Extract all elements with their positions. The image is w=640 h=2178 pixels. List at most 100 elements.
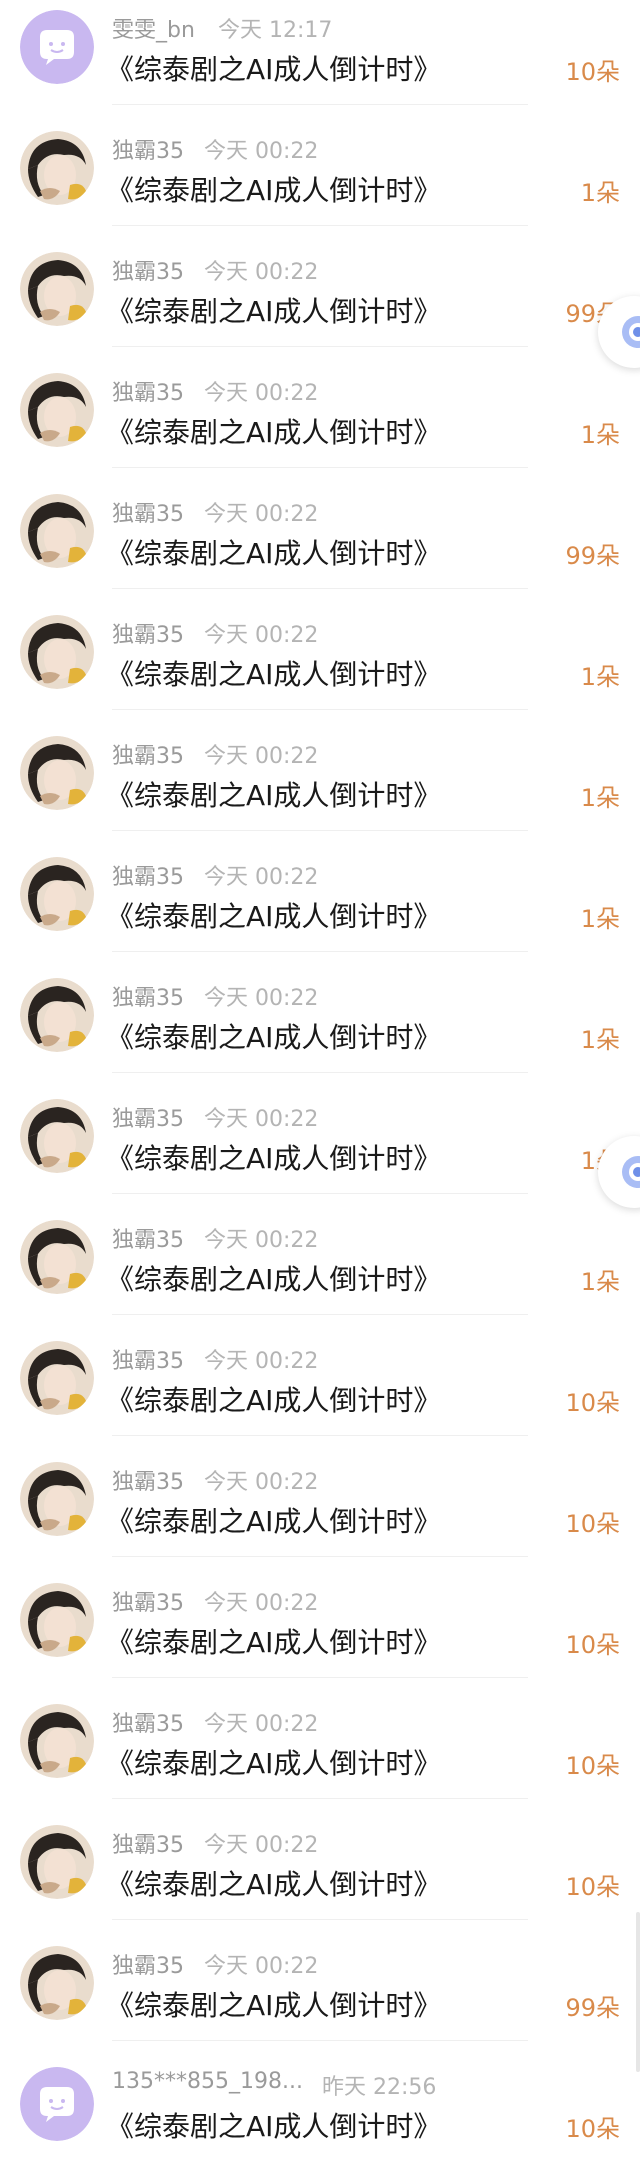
user-photo — [20, 1099, 94, 1173]
list-item[interactable]: 独霸35 今天 00:22 《综泰剧之AI成人倒计时》 10朵 — [0, 1331, 640, 1452]
list-item[interactable]: 独霸35 今天 00:22 《综泰剧之AI成人倒计时》 1朵 — [0, 968, 640, 1089]
user-photo — [20, 857, 94, 931]
list-item[interactable]: 独霸35 今天 00:22 《综泰剧之AI成人倒计时》 10朵 — [0, 1573, 640, 1694]
work-title: 《综泰剧之AI成人倒计时》 — [106, 779, 442, 812]
sender-name: 独霸35 — [112, 1954, 184, 1979]
timestamp: 今天 00:22 — [204, 1954, 319, 1979]
timestamp: 今天 00:22 — [204, 381, 319, 406]
timestamp: 今天 00:22 — [204, 1349, 319, 1374]
sender-name: 独霸35 — [112, 139, 184, 164]
user-photo — [20, 978, 94, 1052]
divider — [112, 1314, 528, 1315]
work-title: 《综泰剧之AI成人倒计时》 — [106, 1142, 442, 1175]
timestamp: 昨天 22:56 — [322, 2075, 437, 2100]
divider — [112, 1072, 528, 1073]
avatar[interactable] — [20, 494, 94, 568]
timestamp: 今天 00:22 — [204, 1712, 319, 1737]
list-item[interactable]: 独霸35 今天 00:22 《综泰剧之AI成人倒计时》 99朵 — [0, 484, 640, 605]
list-item[interactable]: 独霸35 今天 00:22 《综泰剧之AI成人倒计时》 10朵 — [0, 1815, 640, 1936]
timestamp: 今天 00:22 — [204, 502, 319, 527]
speech-bubble-icon — [20, 2067, 94, 2141]
sender-name: 独霸35 — [112, 1712, 184, 1737]
speech-bubble-icon — [20, 10, 94, 84]
gift-count: 1朵 — [580, 663, 620, 691]
avatar[interactable] — [20, 857, 94, 931]
avatar[interactable] — [20, 1099, 94, 1173]
sender-name: 独霸35 — [112, 865, 184, 890]
list-item[interactable]: 独霸35 今天 00:22 《综泰剧之AI成人倒计时》 1朵 — [0, 847, 640, 968]
divider — [112, 588, 528, 589]
avatar[interactable] — [20, 978, 94, 1052]
user-photo — [20, 615, 94, 689]
list-item[interactable]: 135***855_198... 昨天 22:56 《综泰剧之AI成人倒计时》 … — [0, 2057, 640, 2178]
work-title: 《综泰剧之AI成人倒计时》 — [106, 1868, 442, 1901]
avatar[interactable] — [20, 1220, 94, 1294]
work-title: 《综泰剧之AI成人倒计时》 — [106, 658, 442, 691]
avatar[interactable] — [20, 615, 94, 689]
work-title: 《综泰剧之AI成人倒计时》 — [106, 416, 442, 449]
timestamp: 今天 00:22 — [204, 260, 319, 285]
user-photo — [20, 1704, 94, 1778]
gift-count: 10朵 — [565, 1873, 620, 1901]
avatar[interactable] — [20, 1462, 94, 1536]
work-title: 《综泰剧之AI成人倒计时》 — [106, 1989, 442, 2022]
avatar[interactable] — [20, 2067, 94, 2141]
list-item[interactable]: 独霸35 今天 00:22 《综泰剧之AI成人倒计时》 1朵 — [0, 1089, 640, 1210]
sender-name: 独霸35 — [112, 260, 184, 285]
work-title: 《综泰剧之AI成人倒计时》 — [106, 1747, 442, 1780]
work-title: 《综泰剧之AI成人倒计时》 — [106, 1263, 442, 1296]
user-photo — [20, 1946, 94, 2020]
divider — [112, 1435, 528, 1436]
gift-count: 10朵 — [565, 1631, 620, 1659]
avatar[interactable] — [20, 373, 94, 447]
user-photo — [20, 1341, 94, 1415]
list-item[interactable]: 独霸35 今天 00:22 《综泰剧之AI成人倒计时》 1朵 — [0, 605, 640, 726]
avatar[interactable] — [20, 1341, 94, 1415]
list-item[interactable]: 独霸35 今天 00:22 《综泰剧之AI成人倒计时》 99朵 — [0, 1936, 640, 2057]
list-item[interactable]: 独霸35 今天 00:22 《综泰剧之AI成人倒计时》 99朵 — [0, 242, 640, 363]
work-title: 《综泰剧之AI成人倒计时》 — [106, 2110, 442, 2143]
divider — [112, 1556, 528, 1557]
gift-count: 10朵 — [565, 2115, 620, 2143]
work-title: 《综泰剧之AI成人倒计时》 — [106, 1021, 442, 1054]
divider — [112, 1798, 528, 1799]
timestamp: 今天 00:22 — [204, 1228, 319, 1253]
gift-record-list: 雯雯_bn 今天 12:17 《综泰剧之AI成人倒计时》 10朵 独霸35 今天… — [0, 0, 640, 2178]
avatar[interactable] — [20, 10, 94, 84]
user-photo — [20, 1462, 94, 1536]
user-photo — [20, 736, 94, 810]
gift-count: 1朵 — [580, 179, 620, 207]
user-photo — [20, 494, 94, 568]
avatar[interactable] — [20, 1825, 94, 1899]
sender-name: 135***855_198... — [112, 2069, 303, 2094]
divider — [112, 467, 528, 468]
work-title: 《综泰剧之AI成人倒计时》 — [106, 1384, 442, 1417]
divider — [112, 104, 528, 105]
avatar[interactable] — [20, 1946, 94, 2020]
user-photo — [20, 252, 94, 326]
avatar[interactable] — [20, 131, 94, 205]
sender-name: 独霸35 — [112, 1107, 184, 1132]
avatar[interactable] — [20, 1704, 94, 1778]
timestamp: 今天 00:22 — [204, 1591, 319, 1616]
work-title: 《综泰剧之AI成人倒计时》 — [106, 174, 442, 207]
timestamp: 今天 00:22 — [204, 744, 319, 769]
list-item[interactable]: 独霸35 今天 00:22 《综泰剧之AI成人倒计时》 1朵 — [0, 726, 640, 847]
list-item[interactable]: 独霸35 今天 00:22 《综泰剧之AI成人倒计时》 1朵 — [0, 1210, 640, 1331]
list-item[interactable]: 独霸35 今天 00:22 《综泰剧之AI成人倒计时》 10朵 — [0, 1694, 640, 1815]
scrollbar[interactable] — [636, 1912, 640, 2072]
list-item[interactable]: 独霸35 今天 00:22 《综泰剧之AI成人倒计时》 10朵 — [0, 1452, 640, 1573]
avatar[interactable] — [20, 736, 94, 810]
user-photo — [20, 131, 94, 205]
list-item[interactable]: 雯雯_bn 今天 12:17 《综泰剧之AI成人倒计时》 10朵 — [0, 0, 640, 121]
list-item[interactable]: 独霸35 今天 00:22 《综泰剧之AI成人倒计时》 1朵 — [0, 121, 640, 242]
avatar[interactable] — [20, 1583, 94, 1657]
floating-assistant-icon — [622, 1156, 640, 1188]
user-photo — [20, 1220, 94, 1294]
timestamp: 今天 00:22 — [204, 986, 319, 1011]
work-title: 《综泰剧之AI成人倒计时》 — [106, 53, 442, 86]
work-title: 《综泰剧之AI成人倒计时》 — [106, 537, 442, 570]
avatar[interactable] — [20, 252, 94, 326]
divider — [112, 1677, 528, 1678]
list-item[interactable]: 独霸35 今天 00:22 《综泰剧之AI成人倒计时》 1朵 — [0, 363, 640, 484]
